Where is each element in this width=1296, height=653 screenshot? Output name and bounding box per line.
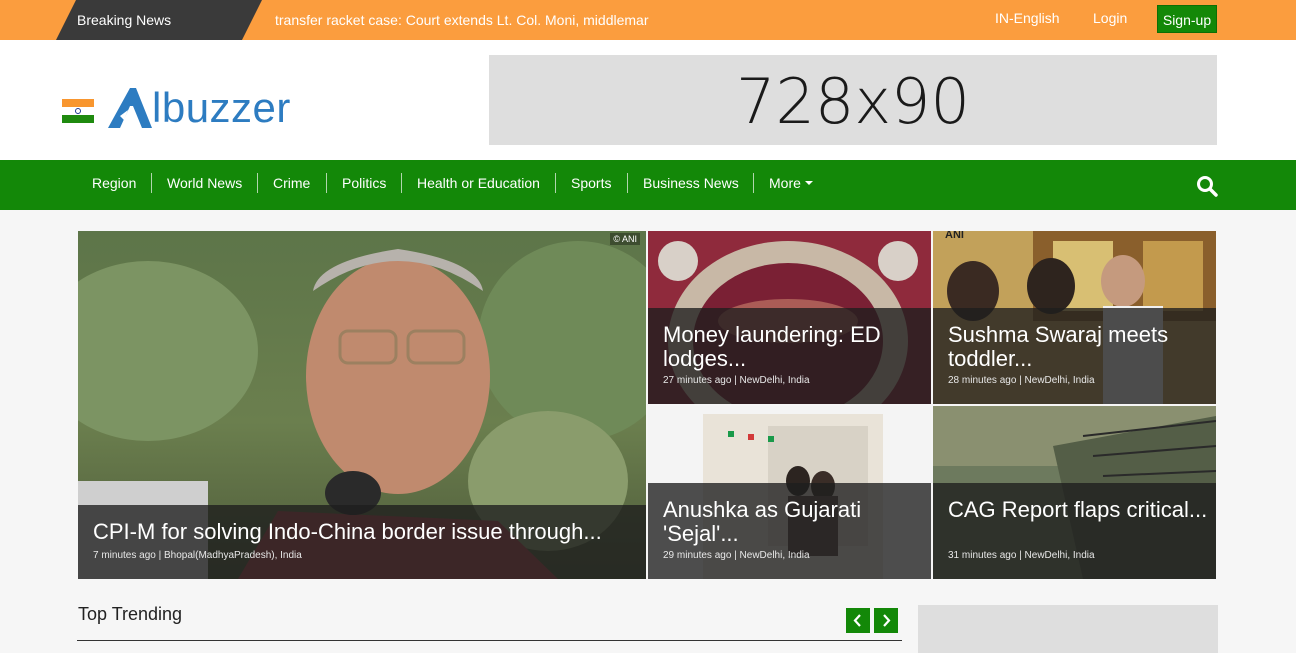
nav-politics[interactable]: Politics bbox=[342, 175, 386, 191]
breaking-news-text: Breaking News bbox=[77, 12, 172, 28]
story-meta: 29 minutes ago | NewDelhi, India bbox=[663, 550, 810, 561]
login-link[interactable]: Login bbox=[1093, 10, 1127, 26]
story-tile[interactable]: Anushka as Gujarati 'Sejal'... 29 minute… bbox=[648, 406, 931, 579]
site-header: lbuzzer 728x90 bbox=[0, 40, 1296, 160]
previous-button[interactable] bbox=[846, 608, 870, 633]
next-button[interactable] bbox=[874, 608, 898, 633]
featured-story-tile[interactable]: © ANI CPI-M for solving Indo-China borde… bbox=[78, 231, 646, 579]
nav-divider bbox=[257, 173, 258, 193]
breaking-news-ticker[interactable]: transfer racket case: Court extends Lt. … bbox=[275, 12, 655, 28]
story-title[interactable]: CPI-M for solving Indo-China border issu… bbox=[93, 520, 602, 544]
top-trending-heading: Top Trending bbox=[78, 604, 183, 624]
story-tile[interactable]: ANI Sushma Swaraj meets toddler... 28 mi… bbox=[933, 231, 1216, 404]
sidebar-ad-placeholder bbox=[918, 605, 1218, 653]
nav-more-dropdown[interactable]: More bbox=[769, 175, 813, 191]
ad-size-label: 728x90 bbox=[736, 65, 970, 138]
ani-watermark: © ANI bbox=[610, 233, 640, 245]
story-meta: 27 minutes ago | NewDelhi, India bbox=[663, 375, 810, 386]
nav-divider bbox=[753, 173, 754, 193]
story-caption: Sushma Swaraj meets toddler... 28 minute… bbox=[933, 308, 1216, 404]
story-title[interactable]: CAG Report flaps critical... bbox=[948, 498, 1207, 522]
search-icon[interactable] bbox=[1196, 175, 1218, 197]
breaking-news-label: Breaking News bbox=[56, 0, 262, 40]
ani-watermark: ANI bbox=[945, 231, 964, 241]
story-meta: 28 minutes ago | NewDelhi, India bbox=[948, 375, 1095, 386]
chevron-left-icon bbox=[853, 614, 861, 627]
nav-divider bbox=[627, 173, 628, 193]
story-meta: 7 minutes ago | Bhopal(MadhyaPradesh), I… bbox=[93, 550, 302, 561]
story-title[interactable]: Sushma Swaraj meets toddler... bbox=[948, 323, 1216, 371]
section-divider bbox=[77, 640, 902, 641]
story-caption: Anushka as Gujarati 'Sejal'... 29 minute… bbox=[648, 483, 931, 579]
nav-region[interactable]: Region bbox=[92, 175, 136, 191]
signup-button[interactable]: Sign-up bbox=[1157, 5, 1217, 33]
nav-business-news[interactable]: Business News bbox=[643, 175, 739, 191]
story-title[interactable]: Anushka as Gujarati 'Sejal'... bbox=[663, 498, 931, 546]
story-tile[interactable]: CAG Report flaps critical... 31 minutes … bbox=[933, 406, 1216, 579]
advertisement-banner[interactable]: 728x90 bbox=[489, 55, 1217, 145]
nav-more-label: More bbox=[769, 175, 801, 191]
nav-divider bbox=[326, 173, 327, 193]
chevron-right-icon bbox=[883, 614, 891, 627]
nav-world-news[interactable]: World News bbox=[167, 175, 242, 191]
story-caption: CAG Report flaps critical... 31 minutes … bbox=[933, 483, 1216, 579]
story-caption: CPI-M for solving Indo-China border issu… bbox=[78, 505, 646, 579]
logo-icon[interactable] bbox=[106, 86, 156, 130]
nav-divider bbox=[151, 173, 152, 193]
story-caption: Money laundering: ED lodges... 27 minute… bbox=[648, 308, 931, 404]
language-selector[interactable]: IN-English bbox=[995, 10, 1060, 26]
story-tile[interactable]: Money laundering: ED lodges... 27 minute… bbox=[648, 231, 931, 404]
logo-wordmark[interactable]: lbuzzer bbox=[152, 84, 291, 132]
story-meta: 31 minutes ago | NewDelhi, India bbox=[948, 550, 1095, 561]
nav-health-education[interactable]: Health or Education bbox=[417, 175, 540, 191]
caret-down-icon bbox=[804, 181, 813, 185]
nav-divider bbox=[555, 173, 556, 193]
india-flag-icon bbox=[62, 99, 94, 123]
nav-divider bbox=[401, 173, 402, 193]
story-title[interactable]: Money laundering: ED lodges... bbox=[663, 323, 931, 371]
nav-sports[interactable]: Sports bbox=[571, 175, 611, 191]
nav-crime[interactable]: Crime bbox=[273, 175, 310, 191]
main-navigation: Region World News Crime Politics Health … bbox=[0, 160, 1296, 210]
top-bar: Breaking News transfer racket case: Cour… bbox=[0, 0, 1296, 40]
